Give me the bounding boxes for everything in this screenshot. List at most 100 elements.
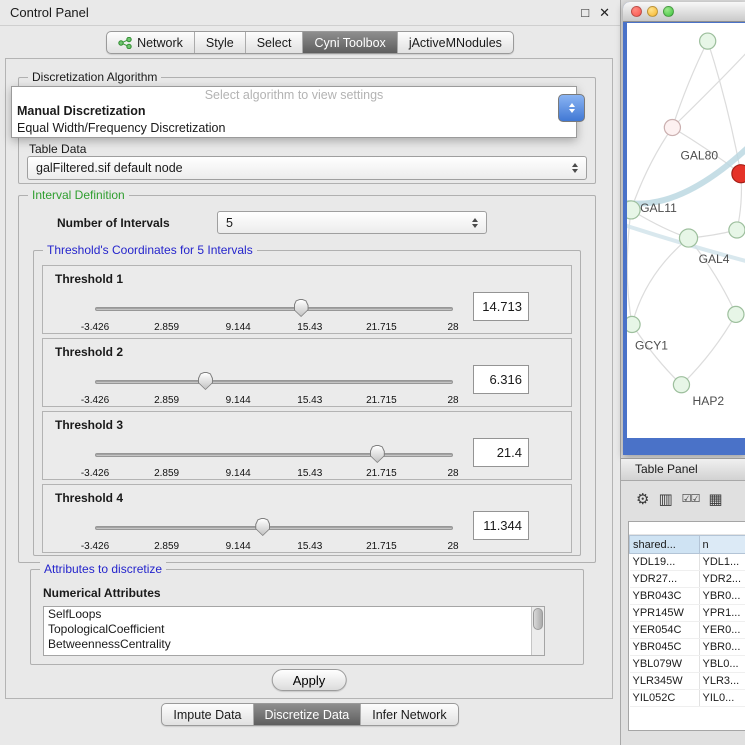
numerical-attributes-list[interactable]: SelfLoopsTopologicalCoefficientBetweenne… [43, 606, 545, 656]
select-columns-icon[interactable]: ☑☑ [682, 492, 700, 507]
tab-cyni-toolbox-label: Cyni Toolbox [314, 36, 385, 50]
table-cell[interactable]: YBR0... [699, 639, 745, 656]
table-cell[interactable]: YPR1... [699, 605, 745, 622]
tab-impute-data[interactable]: Impute Data [162, 704, 253, 725]
network-node[interactable] [679, 229, 697, 247]
table-cell[interactable]: YDL19... [630, 554, 700, 571]
float-window-icon[interactable]: □ [581, 5, 589, 21]
threshold-1-slider[interactable]: -3.4262.8599.14415.4321.71528 [95, 298, 453, 334]
list-scrollbar[interactable] [531, 607, 544, 655]
threshold-4-value-field[interactable]: 11.344 [473, 511, 529, 540]
table-row[interactable]: YBL079WYBL0... [630, 656, 745, 673]
slider-tick-label: 2.859 [154, 468, 179, 479]
table-cell[interactable]: YBL0... [699, 656, 745, 673]
table-row[interactable]: YLR345WYLR3... [630, 673, 745, 690]
network-node[interactable] [664, 119, 680, 135]
control-panel-titlebar: Control Panel □ ✕ [0, 0, 620, 26]
table-cell[interactable]: YBR0... [699, 588, 745, 605]
tab-infer-network[interactable]: Infer Network [361, 704, 457, 725]
apply-button[interactable]: Apply [272, 669, 347, 691]
table-cell[interactable]: YLR345W [630, 673, 700, 690]
algorithm-combobox-button[interactable] [558, 94, 585, 122]
threshold-2-slider[interactable]: -3.4262.8599.14415.4321.71528 [95, 371, 453, 407]
tab-discretize-data[interactable]: Discretize Data [254, 704, 362, 725]
network-node[interactable] [627, 201, 640, 219]
network-node[interactable] [728, 306, 744, 322]
table-filter-strip [629, 522, 745, 535]
tab-impute-data-label: Impute Data [173, 708, 241, 722]
tab-cyni-toolbox[interactable]: Cyni Toolbox [303, 32, 397, 53]
table-row[interactable]: YER054CYER0... [630, 622, 745, 639]
slider-track[interactable] [95, 307, 453, 311]
algorithm-option-equal-width[interactable]: Equal Width/Frequency Discretization [12, 120, 576, 137]
threshold-1-value-field[interactable]: 14.713 [473, 292, 529, 321]
algorithm-option-manual[interactable]: Manual Discretization [12, 103, 576, 120]
attribute-item[interactable]: TopologicalCoefficient [44, 622, 544, 637]
column-header-shared-name[interactable]: shared... [630, 536, 700, 554]
node-table[interactable]: shared... n YDL19...YDL1...YDR27...YDR2.… [628, 521, 745, 731]
combo-arrows-icon[interactable] [467, 218, 483, 228]
table-row[interactable]: YDL19...YDL1... [630, 554, 745, 571]
threshold-3-slider[interactable]: -3.4262.8599.14415.4321.71528 [95, 444, 453, 480]
table-cell[interactable]: YBR045C [630, 639, 700, 656]
zoom-traffic-light-icon[interactable] [663, 6, 674, 17]
network-window-titlebar[interactable] [623, 2, 745, 22]
slider-thumb[interactable] [294, 299, 309, 317]
interval-definition-group: Interval Definition Number of Intervals … [18, 195, 596, 563]
attribute-item[interactable]: BetweennessCentrality [44, 637, 544, 652]
threshold-3-value-field[interactable]: 21.4 [473, 438, 529, 467]
list-scrollbar-thumb[interactable] [533, 608, 543, 630]
minimize-traffic-light-icon[interactable] [647, 6, 658, 17]
network-node[interactable] [627, 316, 640, 332]
close-traffic-light-icon[interactable] [631, 6, 642, 17]
slider-track[interactable] [95, 453, 453, 457]
slider-track[interactable] [95, 380, 453, 384]
network-node[interactable] [729, 222, 745, 238]
table-cell[interactable]: YIL0... [699, 690, 745, 707]
slider-tick-label: 21.715 [366, 322, 397, 333]
table-data-combobox[interactable]: galFiltered.sif default node [27, 156, 587, 180]
threshold-2-value-field[interactable]: 6.316 [473, 365, 529, 394]
table-cell[interactable]: YER054C [630, 622, 700, 639]
table-row[interactable]: YPR145WYPR1... [630, 605, 745, 622]
tab-style[interactable]: Style [195, 32, 246, 53]
network-canvas[interactable]: GAL80 GAL11 GAL4 GCY1 HAP2 [627, 23, 745, 438]
table-cell[interactable]: YIL052C [630, 690, 700, 707]
select-rows-icon[interactable]: ▦ [708, 492, 722, 507]
slider-thumb[interactable] [370, 445, 385, 463]
slider-tick-label: 28 [447, 541, 458, 552]
network-node[interactable] [700, 33, 716, 49]
settings-gear-icon[interactable]: ⚙ [636, 492, 649, 507]
threshold-4-panel: Threshold 4 -3.4262.8599.14415.4321.7152… [42, 484, 572, 553]
tab-network[interactable]: Network [107, 32, 195, 53]
slider-thumb[interactable] [255, 518, 270, 536]
table-cell[interactable]: YBL079W [630, 656, 700, 673]
column-layout-icon[interactable]: ▥ [658, 492, 672, 507]
column-header-name[interactable]: n [699, 536, 745, 554]
table-cell[interactable]: YER0... [699, 622, 745, 639]
slider-tick-label: 2.859 [154, 395, 179, 406]
table-row[interactable]: YBR045CYBR0... [630, 639, 745, 656]
table-cell[interactable]: YDR27... [630, 571, 700, 588]
table-row[interactable]: YBR043CYBR0... [630, 588, 745, 605]
slider-track[interactable] [95, 526, 453, 530]
attribute-item[interactable]: SelfLoops [44, 607, 544, 622]
slider-thumb[interactable] [198, 372, 213, 390]
table-cell[interactable]: YDL1... [699, 554, 745, 571]
table-cell[interactable]: YLR3... [699, 673, 745, 690]
right-panel: GAL80 GAL11 GAL4 GCY1 HAP2 Table Panel ⚙… [620, 0, 745, 745]
combo-arrows-icon[interactable] [567, 163, 583, 173]
tab-select[interactable]: Select [246, 32, 304, 53]
table-cell[interactable]: YPR145W [630, 605, 700, 622]
network-node[interactable] [673, 377, 689, 393]
close-window-icon[interactable]: ✕ [599, 5, 610, 21]
threshold-4-slider[interactable]: -3.4262.8599.14415.4321.71528 [95, 517, 453, 553]
tab-jactivemodules[interactable]: jActiveMNodules [398, 32, 513, 53]
selected-network-node[interactable] [732, 165, 745, 183]
table-row[interactable]: YIL052CYIL0... [630, 690, 745, 707]
table-row[interactable]: YDR27...YDR2... [630, 571, 745, 588]
node-label: HAP2 [693, 394, 725, 408]
table-cell[interactable]: YBR043C [630, 588, 700, 605]
table-cell[interactable]: YDR2... [699, 571, 745, 588]
number-of-intervals-combobox[interactable]: 5 [217, 211, 487, 234]
